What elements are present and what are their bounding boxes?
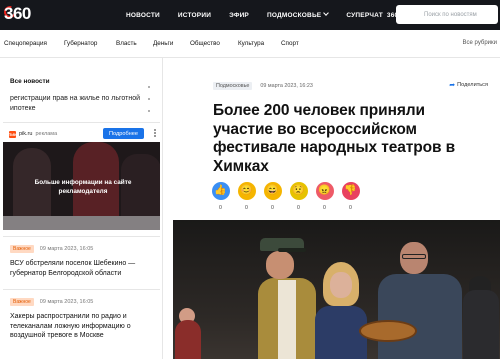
ad-image-text: Больше информации на сайте рекламодателя — [34, 179, 132, 195]
rubric-culture[interactable]: Культура — [238, 40, 264, 47]
article-headline: Более 200 человек приняли участие во все… — [213, 102, 456, 175]
rubric-bar: Спецоперация Губернатор Власть Деньги Об… — [0, 30, 500, 58]
news-sidebar: Все новости регистрации прав на жилье по… — [0, 58, 163, 359]
main-nav: НОВОСТИ ИСТОРИИ ЭФИР ПОДМОСКОВЬЕ СУПЕРЧА… — [126, 0, 416, 30]
divider — [3, 122, 160, 123]
top-navigation-bar: 360 НОВОСТИ ИСТОРИИ ЭФИР ПОДМОСКОВЬЕ СУП… — [0, 0, 500, 30]
news-meta: Важное 09 марта 2023, 16:05 — [10, 245, 155, 253]
nav-item-superchat[interactable]: СУПЕРЧАТ 360 — [346, 12, 398, 19]
sidebar-news-item[interactable]: Важное 09 марта 2023, 16:05 Хакеры распр… — [10, 298, 155, 341]
smile-icon: 😊 — [237, 182, 256, 200]
nav-item-podmoskovye-label: ПОДМОСКОВЬЕ — [266, 11, 322, 19]
divider — [3, 236, 160, 237]
article: Подмосковье 09 марта 2023, 16:23 ➦ Подел… — [163, 58, 500, 359]
rubric-power[interactable]: Власть — [116, 40, 137, 47]
share-button[interactable]: ➦ Поделиться — [449, 81, 488, 89]
news-headline[interactable]: ВСУ обстреляли поселок Шебекино — губерн… — [10, 259, 155, 278]
laugh-icon: 😄 — [263, 182, 282, 200]
reaction-count: 0 — [323, 205, 326, 211]
site-logo[interactable]: 360 — [1, 3, 36, 24]
reaction-sad[interactable]: 😟 0 — [289, 182, 308, 211]
nav-item-podmoskovye[interactable]: ПОДМОСКОВЬЕ — [266, 9, 330, 19]
rubric-society[interactable]: Общество — [190, 40, 220, 47]
logo-text: 360 — [4, 4, 31, 23]
chevron-down-icon — [323, 9, 330, 16]
news-headline[interactable]: Хакеры распространили по радио и телекан… — [10, 312, 155, 341]
reaction-dislike[interactable]: 👎 0 — [341, 182, 360, 211]
news-date: 09 марта 2023, 16:05 — [39, 246, 94, 252]
nav-item-news[interactable]: НОВОСТИ — [126, 12, 160, 19]
important-badge: Важное — [10, 298, 34, 306]
reaction-count: 0 — [349, 205, 352, 211]
reaction-count: 0 — [271, 205, 274, 211]
divider — [3, 289, 160, 290]
important-badge: Важное — [10, 245, 34, 253]
reaction-count: 0 — [219, 205, 222, 211]
reaction-laugh[interactable]: 😄 0 — [263, 182, 282, 211]
article-date: 09 марта 2023, 16:23 — [260, 83, 313, 89]
nav-item-stories[interactable]: ИСТОРИИ — [178, 12, 211, 19]
reactions-bar: 👍 0 😊 0 😄 0 😟 0 😠 0 👎 0 — [211, 182, 367, 211]
rubric-sport[interactable]: Спорт — [281, 40, 299, 47]
dislike-icon: 👎 — [341, 182, 360, 200]
ad-source[interactable]: pik.ru — [19, 131, 32, 137]
search-input[interactable]: Поиск по новостям — [396, 5, 498, 24]
ad-header: ПИК pik.ru реклама Подробнее — [3, 126, 160, 142]
pik-logo-icon: ПИК — [8, 130, 17, 138]
ad-more-button[interactable]: Подробнее — [102, 128, 144, 139]
rubric-money[interactable]: Деньги — [153, 40, 173, 47]
search-placeholder: Поиск по новостям — [424, 11, 477, 18]
ad-label: реклама — [35, 131, 58, 137]
scroll-indicator[interactable] — [148, 86, 150, 112]
article-meta: Подмосковье 09 марта 2023, 16:23 — [213, 82, 313, 90]
sad-icon: 😟 — [289, 182, 308, 200]
angry-icon: 😠 — [315, 182, 334, 200]
reaction-smile[interactable]: 😊 0 — [237, 182, 256, 211]
news-date: 09 марта 2023, 16:05 — [39, 299, 94, 305]
sidebar-title: Все новости — [10, 78, 50, 85]
article-photo[interactable] — [173, 220, 500, 359]
ad-image[interactable]: Больше информации на сайте рекламодателя — [3, 142, 160, 230]
nav-item-live[interactable]: ЭФИР — [229, 12, 249, 19]
share-icon: ➦ — [449, 82, 456, 89]
reaction-like[interactable]: 👍 0 — [211, 182, 230, 211]
rubric-governor[interactable]: Губернатор — [64, 40, 97, 47]
all-rubrics-link[interactable]: Все рубрики — [463, 40, 497, 46]
reaction-count: 0 — [245, 205, 248, 211]
share-label: Поделиться — [457, 82, 488, 88]
nav-item-superchat-label: СУПЕРЧАТ — [346, 11, 383, 19]
news-meta: Важное 09 марта 2023, 16:05 — [10, 298, 155, 306]
rubric-special-operation[interactable]: Спецоперация — [4, 40, 47, 47]
like-icon: 👍 — [211, 182, 230, 200]
reaction-angry[interactable]: 😠 0 — [315, 182, 334, 211]
sidebar-news-item-top[interactable]: регистрации прав на жилье по льготной ип… — [10, 94, 150, 113]
article-tag[interactable]: Подмосковье — [213, 82, 253, 90]
advertisement-block[interactable]: ПИК pik.ru реклама Подробнее Больше инфо… — [3, 126, 160, 232]
sidebar-news-item[interactable]: Важное 09 марта 2023, 16:05 ВСУ обстреля… — [10, 245, 155, 278]
reaction-count: 0 — [297, 205, 300, 211]
more-options-icon[interactable] — [154, 129, 156, 137]
